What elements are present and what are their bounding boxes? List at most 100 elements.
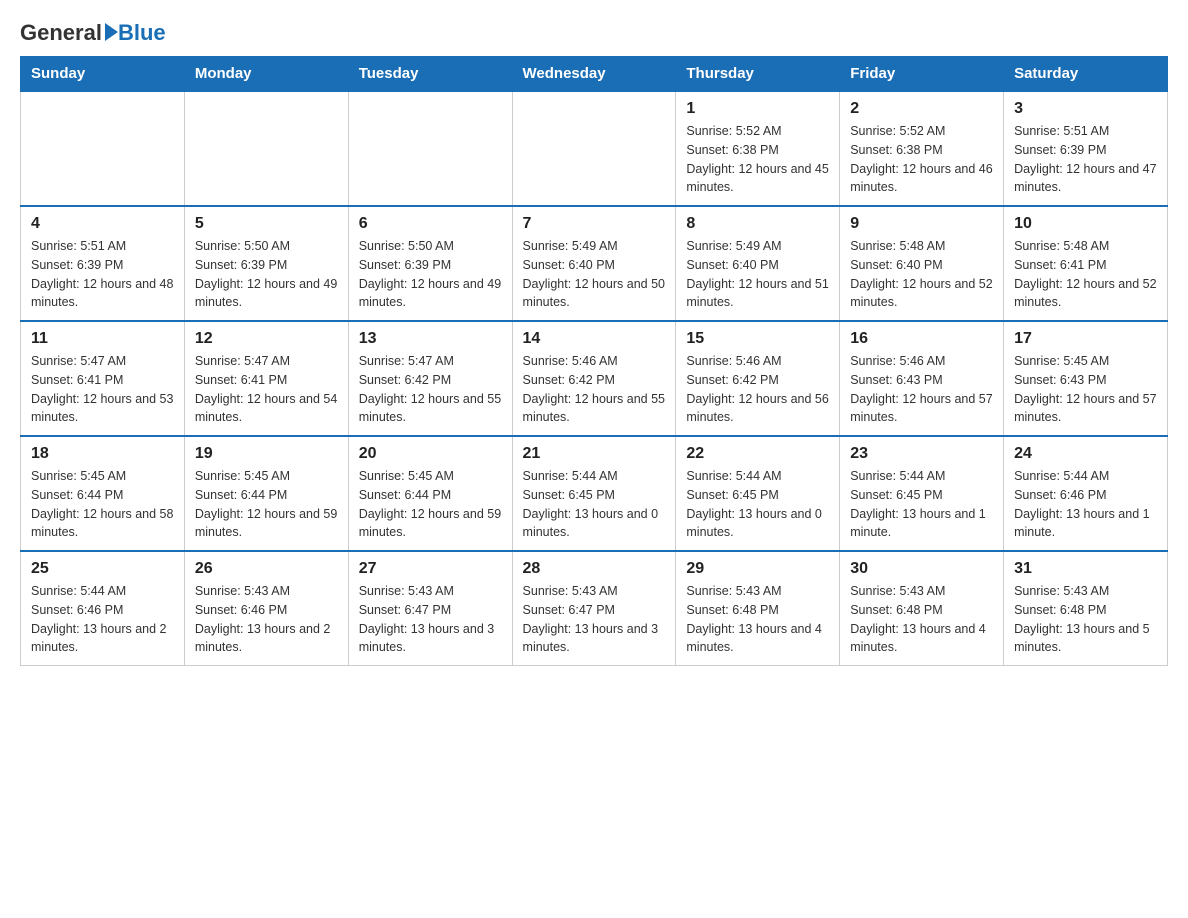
day-number: 22 [686,445,829,463]
day-info: Sunrise: 5:43 AMSunset: 6:46 PMDaylight:… [195,582,338,657]
day-number: 20 [359,445,502,463]
day-number: 27 [359,560,502,578]
calendar-cell: 14 Sunrise: 5:46 AMSunset: 6:42 PMDayligh… [512,321,676,436]
day-number: 3 [1014,100,1157,118]
day-number: 13 [359,330,502,348]
day-number: 29 [686,560,829,578]
day-info: Sunrise: 5:51 AMSunset: 6:39 PMDaylight:… [1014,122,1157,197]
calendar-cell: 30 Sunrise: 5:43 AMSunset: 6:48 PMDayligh… [840,551,1004,666]
calendar-cell: 19Sunrise: 5:45 AMSunset: 6:44 PMDayligh… [184,436,348,551]
day-info: Sunrise: 5:45 AMSunset: 6:44 PMDaylight:… [359,467,502,542]
day-info: Sunrise: 5:47 AMSunset: 6:41 PMDaylight:… [195,352,338,427]
calendar-cell: 11 Sunrise: 5:47 AMSunset: 6:41 PMDayligh… [21,321,185,436]
day-info: Sunrise: 5:52 AMSunset: 6:38 PMDaylight:… [686,122,829,197]
day-info: Sunrise: 5:46 AMSunset: 6:42 PMDaylight:… [686,352,829,427]
calendar-cell [348,91,512,206]
day-info: Sunrise: 5:45 AMSunset: 6:43 PMDaylight:… [1014,352,1157,427]
calendar-cell: 5Sunrise: 5:50 AMSunset: 6:39 PMDaylight… [184,206,348,321]
calendar-week-row-5: 25 Sunrise: 5:44 AMSunset: 6:46 PMDayligh… [21,551,1168,666]
calendar-cell: 2 Sunrise: 5:52 AMSunset: 6:38 PMDaylight… [840,91,1004,206]
day-number: 18 [31,445,174,463]
day-info: Sunrise: 5:43 AMSunset: 6:48 PMDaylight:… [850,582,993,657]
calendar-cell [21,91,185,206]
calendar-cell: 23 Sunrise: 5:44 AMSunset: 6:45 PMDayligh… [840,436,1004,551]
calendar-cell [512,91,676,206]
calendar-header-wednesday: Wednesday [512,57,676,92]
day-info: Sunrise: 5:50 AMSunset: 6:39 PMDaylight:… [195,237,338,312]
day-number: 4 [31,215,174,233]
day-number: 14 [523,330,666,348]
day-number: 10 [1014,215,1157,233]
logo-triangle-icon [105,23,118,41]
day-info: Sunrise: 5:49 AMSunset: 6:40 PMDaylight:… [523,237,666,312]
calendar-table: SundayMondayTuesdayWednesdayThursdayFrid… [20,56,1168,666]
calendar-cell: 22 Sunrise: 5:44 AMSunset: 6:45 PMDayligh… [676,436,840,551]
calendar-cell: 27 Sunrise: 5:43 AMSunset: 6:47 PMDayligh… [348,551,512,666]
calendar-week-row-3: 11 Sunrise: 5:47 AMSunset: 6:41 PMDayligh… [21,321,1168,436]
day-info: Sunrise: 5:43 AMSunset: 6:47 PMDaylight:… [523,582,666,657]
day-info: Sunrise: 5:43 AMSunset: 6:48 PMDaylight:… [686,582,829,657]
day-info: Sunrise: 5:46 AMSunset: 6:42 PMDaylight:… [523,352,666,427]
day-number: 26 [195,560,338,578]
calendar-cell: 1 Sunrise: 5:52 AMSunset: 6:38 PMDaylight… [676,91,840,206]
day-info: Sunrise: 5:44 AMSunset: 6:45 PMDaylight:… [523,467,666,542]
day-info: Sunrise: 5:44 AMSunset: 6:46 PMDaylight:… [1014,467,1157,542]
day-info: Sunrise: 5:49 AMSunset: 6:40 PMDaylight:… [686,237,829,312]
calendar-cell: 6 Sunrise: 5:50 AMSunset: 6:39 PMDaylight… [348,206,512,321]
calendar-cell: 18Sunrise: 5:45 AMSunset: 6:44 PMDayligh… [21,436,185,551]
day-number: 25 [31,560,174,578]
calendar-cell: 31Sunrise: 5:43 AMSunset: 6:48 PMDayligh… [1004,551,1168,666]
calendar-week-row-4: 18 Sunrise: 5:45 AMSunset: 6:44 PMDayligh… [21,436,1168,551]
day-info: Sunrise: 5:43 AMSunset: 6:48 PMDaylight:… [1014,582,1157,657]
day-info: Sunrise: 5:48 AMSunset: 6:41 PMDaylight:… [1014,237,1157,312]
calendar-cell: 9 Sunrise: 5:48 AMSunset: 6:40 PMDaylight… [840,206,1004,321]
calendar-header-row: SundayMondayTuesdayWednesdayThursdayFrid… [21,57,1168,92]
logo-blue-text: Blue [118,20,166,45]
day-info: Sunrise: 5:48 AMSunset: 6:40 PMDaylight:… [850,237,993,312]
calendar-week-row-2: 4 Sunrise: 5:51 AMSunset: 6:39 PMDaylight… [21,206,1168,321]
day-number: 2 [850,100,993,118]
day-info: Sunrise: 5:43 AMSunset: 6:47 PMDaylight:… [359,582,502,657]
calendar-cell: 4 Sunrise: 5:51 AMSunset: 6:39 PMDaylight… [21,206,185,321]
page-header: General Blue [20,20,1168,46]
calendar-header-sunday: Sunday [21,57,185,92]
calendar-cell: 25 Sunrise: 5:44 AMSunset: 6:46 PMDayligh… [21,551,185,666]
day-number: 7 [523,215,666,233]
day-info: Sunrise: 5:47 AMSunset: 6:41 PMDaylight:… [31,352,174,427]
day-number: 21 [523,445,666,463]
calendar-cell: 29 Sunrise: 5:43 AMSunset: 6:48 PMDayligh… [676,551,840,666]
day-number: 6 [359,215,502,233]
day-number: 24 [1014,445,1157,463]
day-info: Sunrise: 5:44 AMSunset: 6:46 PMDaylight:… [31,582,174,657]
day-number: 16 [850,330,993,348]
calendar-header-thursday: Thursday [676,57,840,92]
calendar-cell: 10 Sunrise: 5:48 AMSunset: 6:41 PMDayligh… [1004,206,1168,321]
day-number: 23 [850,445,993,463]
logo: General Blue [20,20,166,46]
calendar-cell: 24 Sunrise: 5:44 AMSunset: 6:46 PMDayligh… [1004,436,1168,551]
calendar-cell: 17 Sunrise: 5:45 AMSunset: 6:43 PMDayligh… [1004,321,1168,436]
calendar-header-friday: Friday [840,57,1004,92]
day-number: 17 [1014,330,1157,348]
day-info: Sunrise: 5:44 AMSunset: 6:45 PMDaylight:… [686,467,829,542]
day-info: Sunrise: 5:50 AMSunset: 6:39 PMDaylight:… [359,237,502,312]
day-number: 9 [850,215,993,233]
logo-general-text: General [20,20,102,45]
day-info: Sunrise: 5:45 AMSunset: 6:44 PMDaylight:… [195,467,338,542]
day-info: Sunrise: 5:51 AMSunset: 6:39 PMDaylight:… [31,237,174,312]
day-info: Sunrise: 5:47 AMSunset: 6:42 PMDaylight:… [359,352,502,427]
calendar-cell: 26 Sunrise: 5:43 AMSunset: 6:46 PMDayligh… [184,551,348,666]
calendar-cell: 7 Sunrise: 5:49 AMSunset: 6:40 PMDaylight… [512,206,676,321]
day-number: 15 [686,330,829,348]
calendar-cell: 8 Sunrise: 5:49 AMSunset: 6:40 PMDaylight… [676,206,840,321]
calendar-week-row-1: 1 Sunrise: 5:52 AMSunset: 6:38 PMDaylight… [21,91,1168,206]
calendar-cell: 28Sunrise: 5:43 AMSunset: 6:47 PMDayligh… [512,551,676,666]
day-number: 30 [850,560,993,578]
calendar-cell: 20 Sunrise: 5:45 AMSunset: 6:44 PMDayligh… [348,436,512,551]
day-number: 8 [686,215,829,233]
day-number: 12 [195,330,338,348]
day-info: Sunrise: 5:44 AMSunset: 6:45 PMDaylight:… [850,467,993,542]
day-info: Sunrise: 5:52 AMSunset: 6:38 PMDaylight:… [850,122,993,197]
day-number: 11 [31,330,174,348]
day-number: 1 [686,100,829,118]
